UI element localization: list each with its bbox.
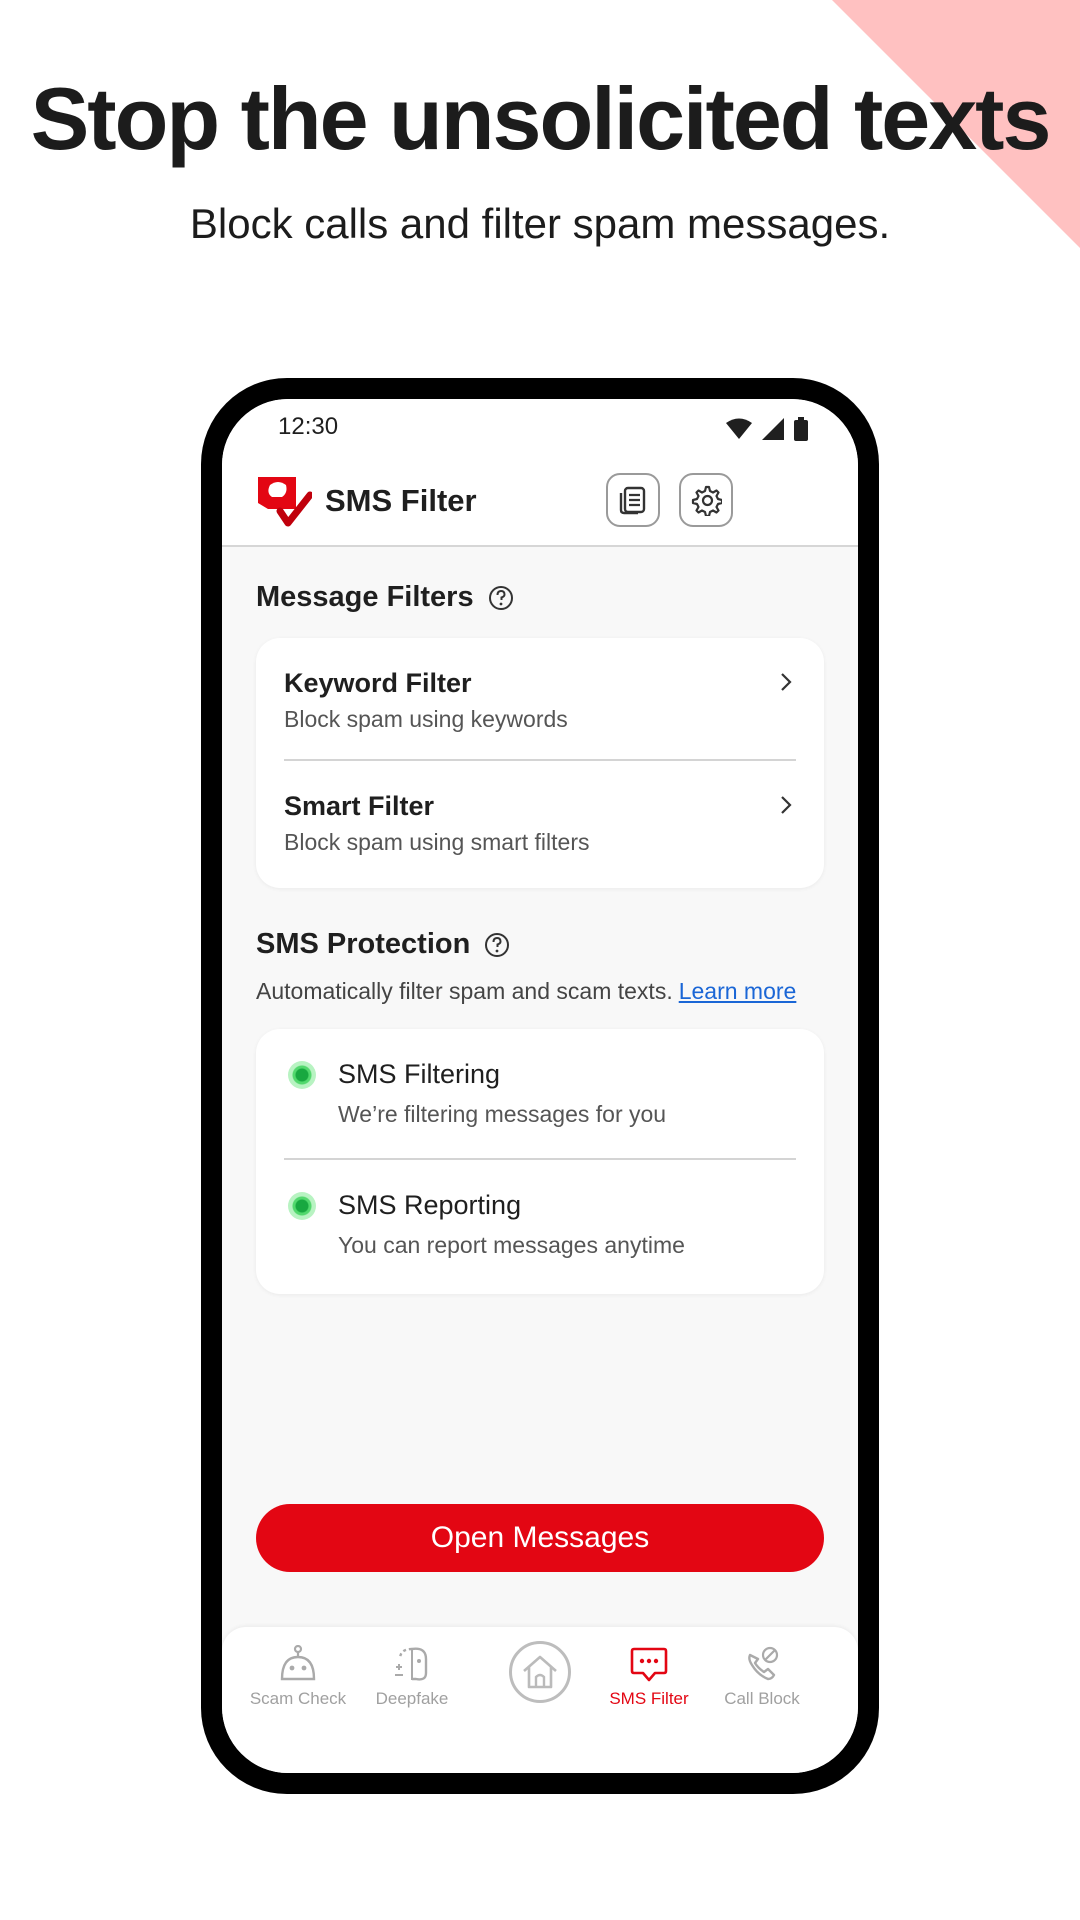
- nav-scam-check[interactable]: Scam Check: [238, 1645, 358, 1709]
- nav-label: SMS Filter: [609, 1689, 689, 1708]
- sms-filtering-row: SMS Filtering We’re filtering messages f…: [256, 1029, 824, 1159]
- wifi-icon: [726, 418, 752, 439]
- keyword-filter-title: Keyword Filter: [284, 668, 472, 698]
- message-icon: [630, 1647, 668, 1682]
- phone-screen: 12:30 SMS Filter Message Filters Keyword…: [222, 399, 858, 1773]
- chevron-right-icon: [781, 673, 792, 691]
- sms-reporting-title: SMS Reporting: [338, 1190, 522, 1220]
- home-icon: [523, 1655, 557, 1689]
- smart-filter-title: Smart Filter: [284, 791, 435, 821]
- nav-sms-filter[interactable]: SMS Filter: [589, 1645, 709, 1709]
- sms-protection-heading: SMS Protection: [256, 928, 510, 961]
- message-filters-heading: Message Filters: [256, 581, 514, 614]
- status-bar: 12:30: [222, 399, 858, 469]
- battery-icon: [794, 417, 808, 441]
- settings-button[interactable]: [679, 473, 733, 527]
- history-button[interactable]: [606, 473, 660, 527]
- nav-deepfake[interactable]: Deepfake: [352, 1645, 472, 1709]
- message-filters-title: Message Filters: [256, 581, 474, 613]
- history-icon: [619, 486, 646, 515]
- smart-filter-subtitle: Block spam using smart filters: [284, 829, 590, 855]
- smart-filter-row[interactable]: Smart Filter Block spam using smart filt…: [256, 761, 824, 888]
- app-logo: [258, 477, 312, 527]
- status-dot-active: [288, 1192, 316, 1220]
- deepfake-icon: [395, 1647, 428, 1681]
- status-time: 12:30: [278, 413, 339, 440]
- open-messages-button[interactable]: Open Messages: [256, 1504, 824, 1572]
- keyword-filter-subtitle: Block spam using keywords: [284, 706, 568, 732]
- app-bar: SMS Filter: [222, 469, 858, 547]
- gear-icon: [691, 485, 722, 516]
- phone-block-icon: [748, 1646, 779, 1681]
- learn-more-link[interactable]: Learn more: [679, 978, 797, 1004]
- message-filters-card: Keyword Filter Block spam using keywords…: [256, 638, 824, 888]
- promo-subheadline: Block calls and filter spam messages.: [189, 200, 891, 247]
- sms-filtering-subtitle: We’re filtering messages for you: [338, 1101, 667, 1127]
- nav-label: Call Block: [724, 1689, 800, 1708]
- help-icon[interactable]: [488, 585, 514, 611]
- sms-reporting-subtitle: You can report messages anytime: [338, 1232, 685, 1258]
- nav-home[interactable]: [509, 1641, 571, 1703]
- app-title: SMS Filter: [325, 483, 477, 518]
- help-icon[interactable]: [484, 932, 510, 958]
- sms-filtering-title: SMS Filtering: [338, 1059, 501, 1089]
- description-text: Automatically filter spam and scam texts…: [256, 978, 673, 1004]
- status-icons: [726, 417, 808, 441]
- robot-icon: [280, 1645, 316, 1681]
- status-dot-active: [288, 1061, 316, 1089]
- sms-protection-card: SMS Filtering We’re filtering messages f…: [256, 1029, 824, 1294]
- sms-protection-title: SMS Protection: [256, 928, 471, 960]
- promo-headline: Stop the unsolicited texts: [30, 69, 1052, 168]
- bottom-nav: Scam Check Deepfake SMS Filter Call Bloc…: [222, 1627, 858, 1773]
- sms-protection-description: Automatically filter spam and scam texts…: [256, 978, 796, 1005]
- nav-label: Scam Check: [249, 1689, 347, 1708]
- signal-icon: [762, 418, 784, 440]
- keyword-filter-row[interactable]: Keyword Filter Block spam using keywords: [256, 638, 824, 760]
- nav-label: Deepfake: [375, 1689, 449, 1708]
- chevron-right-icon: [781, 796, 792, 814]
- nav-call-block[interactable]: Call Block: [702, 1645, 822, 1709]
- sms-reporting-row: SMS Reporting You can report messages an…: [256, 1160, 824, 1294]
